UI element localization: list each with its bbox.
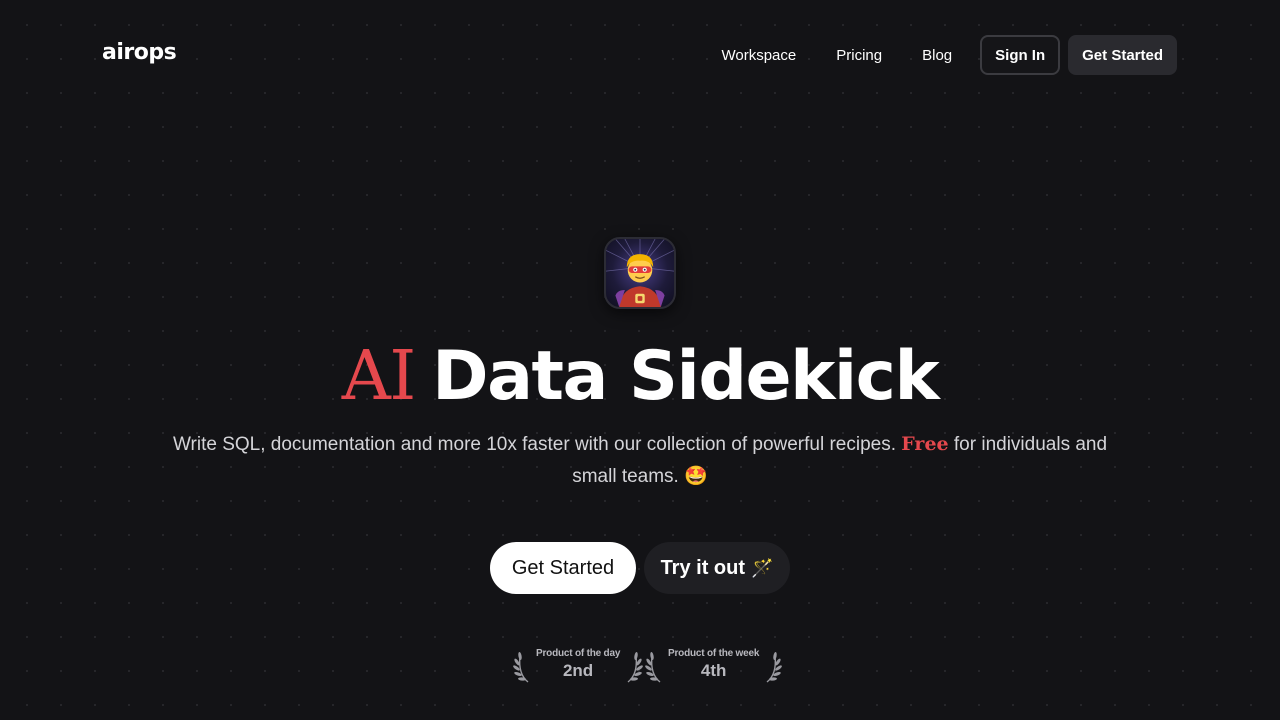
laurel-right-icon: [766, 652, 783, 683]
headline-main: Data Sidekick: [432, 337, 940, 416]
nav-get-started-button[interactable]: Get Started: [1068, 35, 1177, 75]
subtitle-text: Write SQL, documentation and more 10x fa…: [172, 434, 896, 455]
try-it-out-button[interactable]: Try it out 🪄: [644, 542, 790, 594]
hero-subtitle: Write SQL, documentation and more 10x fa…: [150, 428, 1130, 493]
award-label: Product of the day: [536, 648, 621, 659]
subtitle-free-highlight: Free: [901, 433, 949, 455]
laurel-left-icon: [645, 652, 661, 683]
nav-link-workspace[interactable]: Workspace: [721, 47, 796, 64]
superhero-emoji-icon: [604, 237, 676, 309]
nav-link-pricing[interactable]: Pricing: [836, 47, 882, 64]
nav-link-blog[interactable]: Blog: [922, 47, 952, 64]
laurel-right-icon: [627, 652, 644, 683]
sign-in-button[interactable]: Sign In: [980, 35, 1061, 75]
star-struck-emoji-icon: 🤩: [684, 466, 708, 487]
laurel-left-icon: [513, 652, 529, 683]
award-badge-product-of-week[interactable]: Product of the week 4th: [644, 643, 783, 685]
award-rank: 4th: [700, 661, 727, 680]
hero-get-started-button[interactable]: Get Started: [490, 542, 636, 594]
airops-logo[interactable]: airops: [102, 40, 177, 65]
headline-accent: AI: [341, 337, 416, 416]
top-nav: Workspace Pricing Blog Sign In Get Start…: [721, 35, 1177, 75]
award-rank: 2nd: [562, 661, 594, 680]
award-badge-product-of-day[interactable]: Product of the day 2nd: [512, 643, 644, 685]
try-it-out-label: Try it out: [660, 556, 746, 579]
hero-headline: AI Data Sidekick: [0, 338, 1280, 415]
award-label: Product of the week: [668, 648, 760, 659]
magic-wand-icon: 🪄: [751, 557, 774, 578]
